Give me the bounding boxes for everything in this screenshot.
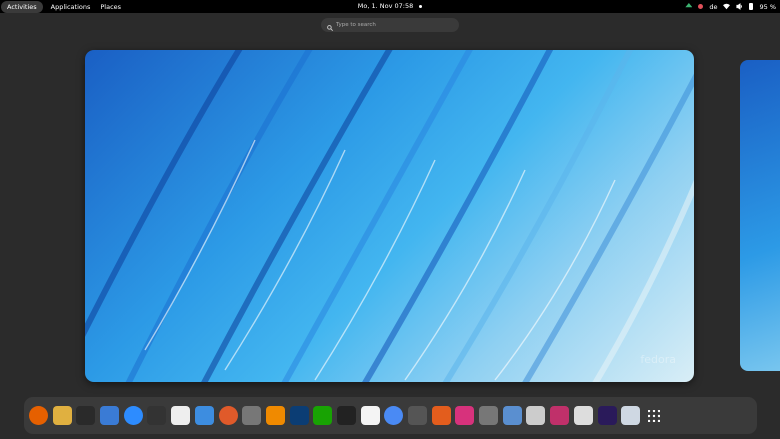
- keyboard-layout[interactable]: de: [709, 3, 717, 11]
- notification-dot: [419, 4, 423, 8]
- gnome-games-icon[interactable]: [52, 406, 72, 425]
- show-apps-icon[interactable]: [645, 406, 664, 425]
- system-monitor-icon[interactable]: [147, 406, 167, 425]
- applications-menu[interactable]: Applications: [49, 2, 93, 12]
- workspace-thumbnail-current[interactable]: fedora: [85, 50, 694, 382]
- calculator-icon[interactable]: [455, 406, 475, 425]
- astronomy-icon[interactable]: [597, 406, 617, 425]
- system-tray[interactable]: de 95 %: [685, 0, 776, 13]
- resource-monitor-icon[interactable]: [194, 406, 214, 425]
- screenshot-icon[interactable]: [550, 406, 570, 425]
- firefox-icon[interactable]: [29, 406, 48, 425]
- update-icon[interactable]: [685, 3, 693, 8]
- kdenlive-icon[interactable]: [502, 406, 522, 425]
- zoom-icon[interactable]: [123, 406, 143, 425]
- battery-icon[interactable]: [749, 3, 754, 10]
- wallpaper: [85, 50, 694, 382]
- spreadsheet-icon[interactable]: [313, 406, 333, 425]
- settings-icon[interactable]: [242, 406, 262, 425]
- vlc-icon[interactable]: [265, 406, 285, 425]
- wrench-icon[interactable]: [479, 406, 499, 425]
- activities-button[interactable]: Activities: [1, 0, 43, 13]
- mail-client-icon[interactable]: [100, 406, 120, 425]
- nextcloud-icon[interactable]: [289, 406, 309, 425]
- disk-utility-icon[interactable]: [526, 406, 546, 425]
- alarm-icon[interactable]: [218, 406, 238, 425]
- search-icon: [327, 16, 334, 35]
- tools-icon[interactable]: [408, 406, 427, 425]
- fedora-watermark: fedora: [640, 353, 676, 366]
- workspace-thumbnail-next[interactable]: [740, 60, 780, 371]
- volume-icon[interactable]: [736, 3, 743, 10]
- dash: [24, 397, 757, 434]
- places-menu[interactable]: Places: [98, 2, 123, 12]
- wifi-icon[interactable]: [723, 3, 731, 10]
- search-box[interactable]: [321, 18, 459, 32]
- chromium-icon[interactable]: [384, 406, 404, 425]
- recording-icon[interactable]: [698, 4, 704, 9]
- inkscape-icon[interactable]: [336, 406, 356, 425]
- latex-editor-icon[interactable]: [360, 406, 380, 425]
- terminal-icon[interactable]: [76, 406, 96, 425]
- matlab-icon[interactable]: [431, 406, 451, 425]
- software-store-icon[interactable]: [573, 406, 593, 425]
- battery-level[interactable]: 95 %: [759, 3, 776, 11]
- clock[interactable]: Mo, 1. Nov 07:58: [358, 2, 423, 10]
- file-manager-icon[interactable]: [621, 406, 641, 425]
- top-bar: Activities Applications Places Mo, 1. No…: [0, 0, 780, 13]
- search-input[interactable]: [336, 22, 446, 28]
- document-viewer-icon[interactable]: [171, 406, 191, 425]
